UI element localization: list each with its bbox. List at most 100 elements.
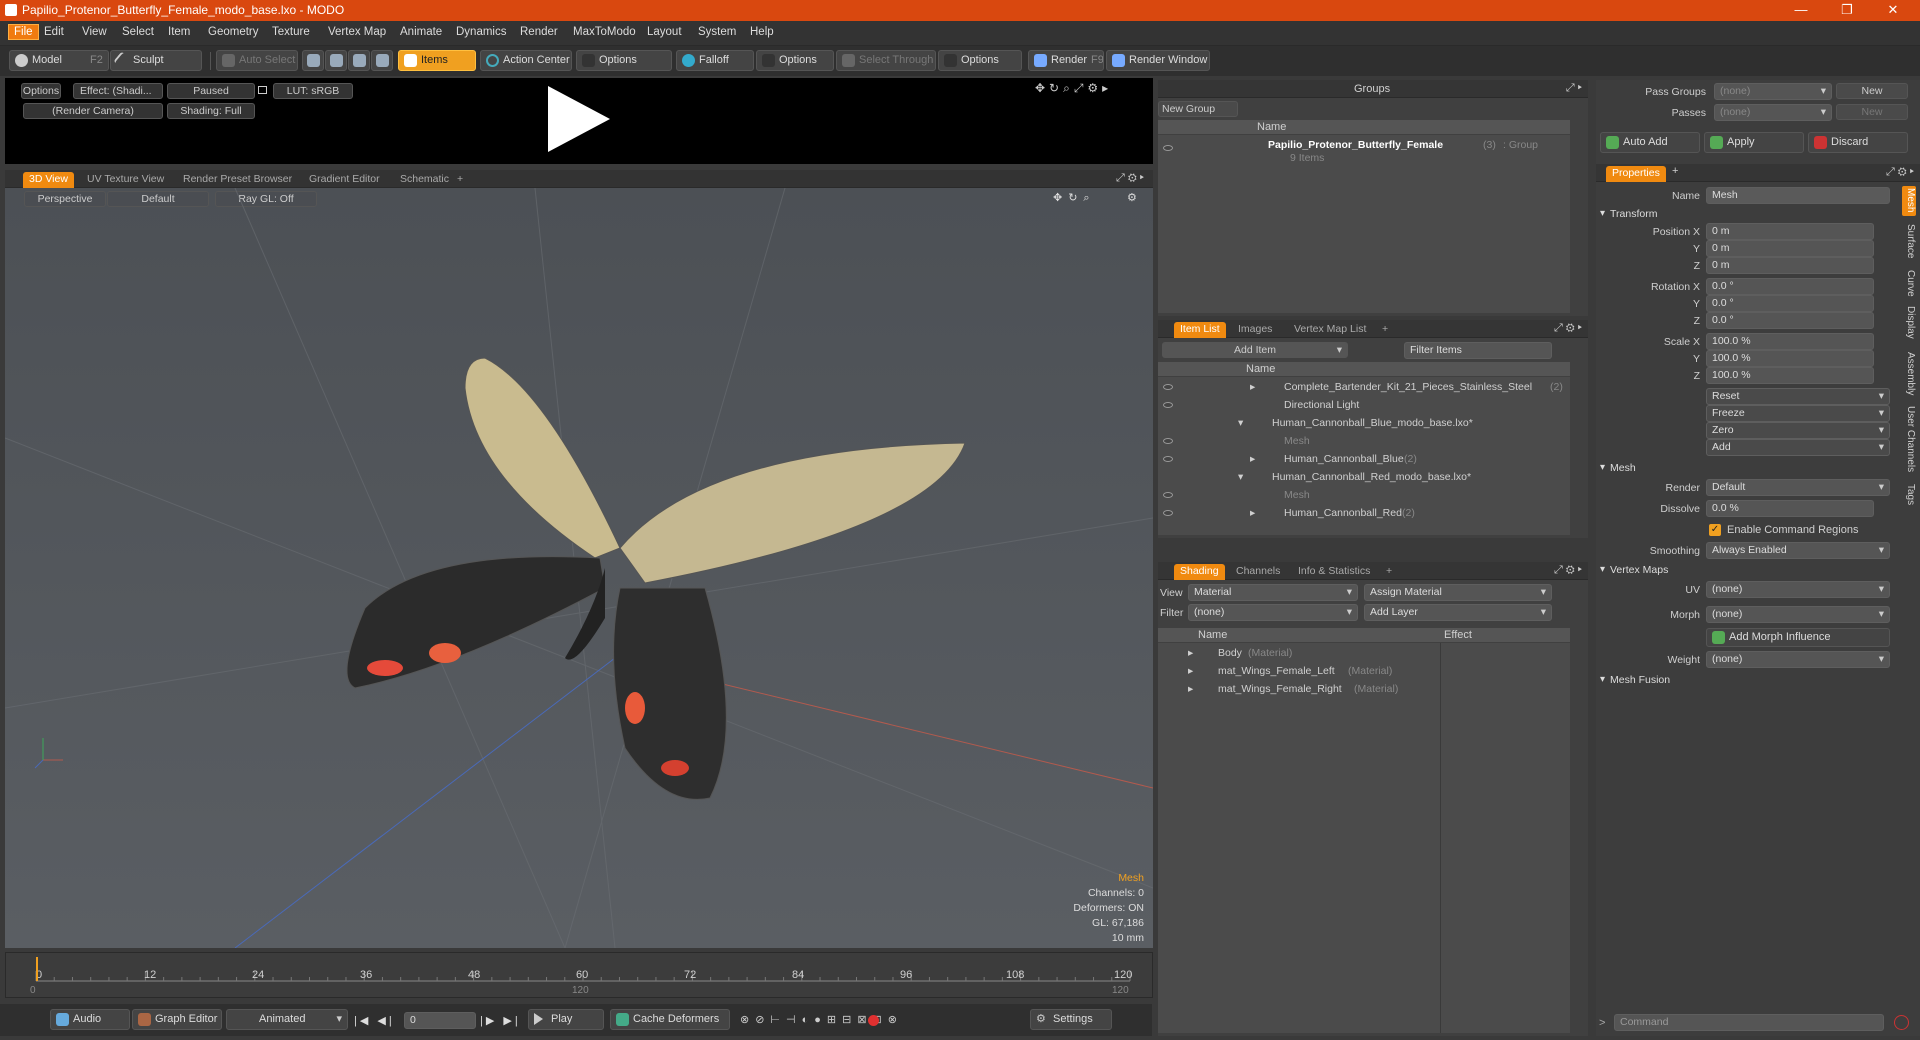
lock-icon[interactable]: [258, 86, 267, 94]
frame-input[interactable]: 0: [404, 1012, 476, 1029]
groups-panel-icons[interactable]: ⤢ ▸: [1566, 82, 1582, 95]
item-list[interactable]: ▸ Complete_Bartender_Kit_21_Pieces_Stainl…: [1158, 377, 1570, 535]
tab-gradient-editor[interactable]: Gradient Editor: [303, 172, 386, 188]
menu-item[interactable]: Item: [168, 26, 190, 38]
side-tab-user-channels[interactable]: User Channels: [1905, 406, 1916, 472]
eye-icon[interactable]: [1163, 492, 1173, 498]
play-preview-icon[interactable]: [548, 86, 610, 152]
add-tab-button[interactable]: +: [1376, 322, 1394, 338]
preview-options-button[interactable]: Options: [21, 83, 61, 99]
expand-icon[interactable]: ▸: [1188, 665, 1193, 677]
menu-vertex-map[interactable]: Vertex Map: [328, 26, 386, 38]
add-tab-button[interactable]: +: [1380, 564, 1398, 580]
menu-texture[interactable]: Texture: [272, 26, 310, 38]
graph-editor-button[interactable]: Graph Editor: [132, 1009, 222, 1030]
reset-dropdown[interactable]: Reset: [1706, 388, 1890, 405]
viewport-panel-icons[interactable]: ⤢⚙▸: [1116, 172, 1147, 185]
tab-info-statistics[interactable]: Info & Statistics: [1292, 564, 1376, 580]
add-tab-button[interactable]: +: [451, 172, 469, 188]
menu-select[interactable]: Select: [122, 26, 154, 38]
expand-icon[interactable]: ▸: [1188, 647, 1193, 659]
item-list-panel-icons[interactable]: ⤢ ⚙ ▸: [1554, 322, 1582, 335]
tab-3d-view[interactable]: 3D View: [23, 172, 74, 188]
items-mode-button[interactable]: Items: [398, 50, 476, 71]
tab-properties[interactable]: Properties: [1606, 166, 1666, 182]
filter-items-input[interactable]: Filter Items: [1404, 342, 1552, 359]
render-camera-dropdown[interactable]: (Render Camera): [23, 103, 163, 119]
auto-add-button[interactable]: Auto Add: [1600, 132, 1700, 153]
menu-view[interactable]: View: [82, 26, 107, 38]
prev-key-icons[interactable]: |◀ ◀|: [354, 1014, 395, 1027]
zero-dropdown[interactable]: Zero: [1706, 422, 1890, 439]
menu-maxtomodo[interactable]: MaxToModo: [573, 26, 636, 38]
name-input[interactable]: Mesh: [1706, 187, 1890, 204]
view-dropdown[interactable]: Material: [1188, 584, 1358, 601]
morph-dropdown[interactable]: (none): [1706, 606, 1890, 623]
group-row[interactable]: Papilio_Protenor_Butterfly_Female (3) : …: [1158, 139, 1570, 164]
filter-dropdown[interactable]: (none): [1188, 604, 1358, 621]
mesh-section[interactable]: Mesh: [1596, 462, 1896, 477]
collapse-icon[interactable]: ▾: [1238, 471, 1243, 483]
scale-z-input[interactable]: 100.0 %: [1706, 367, 1874, 384]
position-x-input[interactable]: 0 m: [1706, 223, 1874, 240]
menu-dynamics[interactable]: Dynamics: [456, 26, 506, 38]
eye-icon[interactable]: [1163, 402, 1173, 408]
command-history-icon[interactable]: [1894, 1015, 1909, 1030]
menu-render[interactable]: Render: [520, 26, 558, 38]
scale-x-input[interactable]: 100.0 %: [1706, 333, 1874, 350]
settings-button[interactable]: ⚙ Settings: [1030, 1009, 1112, 1030]
animated-dropdown[interactable]: Animated: [226, 1009, 348, 1030]
next-key-icons[interactable]: |▶ ▶|: [480, 1014, 521, 1027]
close-button[interactable]: ✕: [1870, 0, 1916, 21]
add-item-dropdown[interactable]: Add Item: [1162, 342, 1348, 358]
side-tab-curve[interactable]: Curve: [1905, 270, 1916, 297]
tab-schematic[interactable]: Schematic: [394, 172, 455, 188]
rotation-y-input[interactable]: 0.0 °: [1706, 295, 1874, 312]
falloff-button[interactable]: Falloff: [676, 50, 754, 71]
passes-dropdown[interactable]: (none): [1714, 104, 1832, 121]
transform-section[interactable]: Transform: [1596, 208, 1896, 223]
menu-edit[interactable]: Edit: [44, 26, 64, 38]
add-tab-button[interactable]: +: [1672, 165, 1678, 177]
tab-channels[interactable]: Channels: [1230, 564, 1286, 580]
expand-icon[interactable]: ▸: [1250, 453, 1255, 465]
preview-effect-dropdown[interactable]: Effect: (Shadi...: [73, 83, 163, 99]
rotation-x-input[interactable]: 0.0 °: [1706, 278, 1874, 295]
lut-dropdown[interactable]: LUT: sRGB: [273, 83, 353, 99]
dissolve-input[interactable]: 0.0 %: [1706, 500, 1874, 517]
cache-deformers-button[interactable]: Cache Deformers: [610, 1009, 730, 1030]
playhead[interactable]: [36, 957, 38, 981]
pass-groups-dropdown[interactable]: (none): [1714, 83, 1832, 100]
select-through-button[interactable]: Select Through: [836, 50, 936, 71]
new-group-button[interactable]: New Group: [1158, 101, 1238, 117]
preview-nav-icons[interactable]: ✥↻⌕⤢⚙▸: [1035, 81, 1112, 96]
maximize-button[interactable]: ❐: [1824, 0, 1870, 21]
add-layer-dropdown[interactable]: Add Layer: [1364, 604, 1552, 621]
polygons-mode-button[interactable]: [348, 50, 370, 71]
properties-panel-icons[interactable]: ⤢ ⚙ ▸: [1886, 166, 1914, 179]
tab-render-preset-browser[interactable]: Render Preset Browser: [177, 172, 298, 188]
side-tab-display[interactable]: Display: [1905, 306, 1916, 339]
3d-viewport[interactable]: Perspective Default Ray GL: Off ✥↻⌕ ⚙ Me…: [5, 188, 1153, 948]
menu-system[interactable]: System: [698, 26, 736, 38]
expand-icon[interactable]: ▸: [1250, 381, 1255, 393]
auto-select-button[interactable]: Auto Select: [216, 50, 298, 71]
tab-uv-texture-view[interactable]: UV Texture View: [81, 172, 170, 188]
groups-list[interactable]: Papilio_Protenor_Butterfly_Female (3) : …: [1158, 135, 1570, 313]
apply-button[interactable]: Apply: [1704, 132, 1804, 153]
collapse-icon[interactable]: ▾: [1238, 417, 1243, 429]
materials-mode-button[interactable]: [371, 50, 393, 71]
mesh-fusion-section[interactable]: Mesh Fusion: [1596, 674, 1896, 689]
action-center-button[interactable]: Action Center: [480, 50, 572, 71]
vertices-mode-button[interactable]: [302, 50, 324, 71]
falloff-options-button[interactable]: Options: [756, 50, 834, 71]
menu-geometry[interactable]: Geometry: [208, 26, 259, 38]
shading-panel-icons[interactable]: ⤢ ⚙ ▸: [1554, 564, 1582, 577]
position-z-input[interactable]: 0 m: [1706, 257, 1874, 274]
audio-button[interactable]: Audio: [50, 1009, 130, 1030]
tab-item-list[interactable]: Item List: [1174, 322, 1226, 338]
eye-icon[interactable]: [1163, 456, 1173, 462]
expand-icon[interactable]: ▸: [1188, 683, 1193, 695]
add-morph-influence-button[interactable]: Add Morph Influence: [1706, 628, 1890, 647]
tab-shading[interactable]: Shading: [1174, 564, 1225, 580]
